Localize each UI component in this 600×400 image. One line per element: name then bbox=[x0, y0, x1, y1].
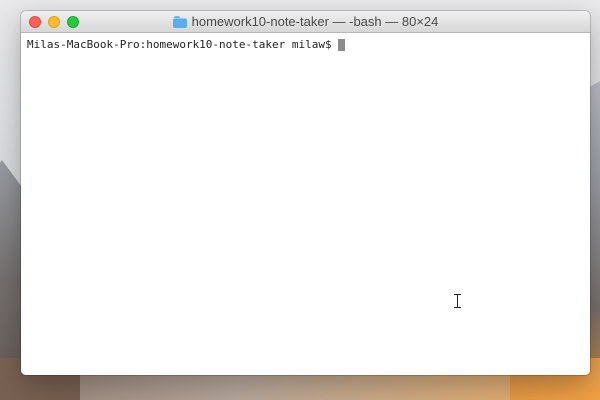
i-beam-cursor-icon bbox=[454, 294, 461, 308]
title-bar[interactable]: homework10-note-taker — -bash — 80×24 bbox=[21, 11, 590, 33]
command-line[interactable]: Milas-MacBook-Pro:homework10-note-taker … bbox=[27, 38, 590, 52]
folder-icon bbox=[172, 15, 187, 28]
window-title-area: homework10-note-taker — -bash — 80×24 bbox=[21, 11, 590, 32]
terminal-window[interactable]: homework10-note-taker — -bash — 80×24 Mi… bbox=[21, 11, 590, 375]
terminal-content[interactable]: Milas-MacBook-Pro:homework10-note-taker … bbox=[21, 33, 590, 375]
shell-prompt: Milas-MacBook-Pro:homework10-note-taker … bbox=[27, 38, 332, 51]
terminal-cursor bbox=[337, 39, 345, 51]
window-title: homework10-note-taker — -bash — 80×24 bbox=[191, 14, 439, 29]
